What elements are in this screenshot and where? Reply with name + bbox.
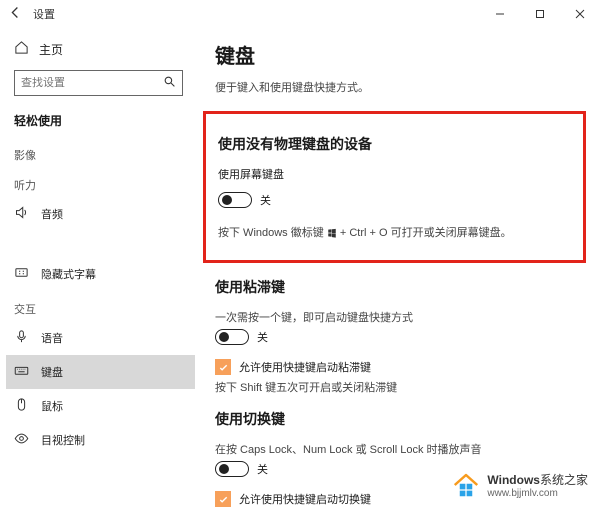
sidebar-item-speech[interactable]: 语音 [6,321,195,355]
sidebar-item-label: 语音 [41,330,63,346]
search-input[interactable] [21,77,163,89]
sidebar-item-label: 目视控制 [41,432,85,448]
osk-toggle[interactable]: 关 [218,192,271,208]
sidebar-item-label: 鼠标 [41,398,63,414]
sidebar-item-label: 键盘 [41,364,63,380]
audio-icon [14,205,29,223]
sticky-hint: 按下 Shift 键五次可开启或关闭粘滞键 [215,379,586,395]
close-button[interactable] [560,0,600,28]
checkbox-checked-icon [215,491,231,507]
mouse-icon [14,397,29,415]
sidebar-item-audio[interactable]: 音频 [6,197,195,231]
window-controls [480,0,600,28]
group-title-osk: 使用没有物理键盘的设备 [218,134,571,154]
home-link[interactable]: 主页 [6,32,195,66]
title-bar: 设置 [0,0,600,28]
home-label: 主页 [39,41,63,58]
speech-icon [14,329,29,347]
toggle-state: 关 [257,329,268,345]
sidebar-item-mouse[interactable]: 鼠标 [6,389,195,423]
sidebar-item-captions[interactable]: 隐藏式字幕 [6,257,195,291]
search-box[interactable] [14,70,183,96]
search-icon [163,75,176,91]
sidebar-section-title: 轻松使用 [6,106,195,137]
sidebar-group-hearing: 听力 [6,167,195,197]
toggle-track [218,192,252,208]
sidebar-item-label: 隐藏式字幕 [41,266,96,282]
watermark: Windows系统之家 www.bjjmlv.com [447,468,592,505]
togglekeys-toggle[interactable]: 关 [215,461,268,477]
toggle-track [215,329,249,345]
osk-hint: 按下 Windows 徽标键 + Ctrl + O 可打开或关闭屏幕键盘。 [218,224,571,240]
toggle-state: 关 [257,461,268,477]
windows-key-icon [327,228,337,238]
maximize-button[interactable] [520,0,560,28]
eye-icon [14,431,29,449]
sidebar-group-captions-spacer [6,231,195,257]
back-icon[interactable] [8,5,23,23]
minimize-button[interactable] [480,0,520,28]
group-title-sticky: 使用粘滞键 [215,277,586,297]
sticky-desc: 一次需按一个键，即可启动键盘快捷方式 [215,309,586,325]
sidebar-item-keyboard[interactable]: 键盘 [6,355,195,389]
home-icon [14,40,29,58]
checkbox-label: 允许使用快捷键启动切换键 [239,491,371,507]
sticky-toggle[interactable]: 关 [215,329,268,345]
group-title-togglekeys: 使用切换键 [215,409,586,429]
sidebar: 主页 轻松使用 影像 听力 音频 [0,28,195,509]
watermark-logo-icon [451,470,481,503]
page-title: 键盘 [215,40,586,69]
captions-icon [14,265,29,283]
page-subtitle: 便于键入和使用键盘快捷方式。 [215,79,586,95]
togglekeys-desc: 在按 Caps Lock、Num Lock 或 Scroll Lock 时播放声… [215,441,586,457]
checkbox-label: 允许使用快捷键启动粘滞键 [239,359,371,375]
keyboard-icon [14,363,29,381]
toggle-track [215,461,249,477]
sidebar-item-label: 音频 [41,206,63,222]
sticky-checkbox-row[interactable]: 允许使用快捷键启动粘滞键 [215,359,586,375]
watermark-brand: Windows系统之家 [487,474,588,487]
sidebar-item-eye[interactable]: 目视控制 [6,423,195,457]
highlight-box: 使用没有物理键盘的设备 使用屏幕键盘 关 按下 Windows 徽标键 + Ct… [203,111,586,263]
checkbox-checked-icon [215,359,231,375]
sidebar-group-vision: 影像 [6,137,195,167]
watermark-url: www.bjjmlv.com [487,488,588,499]
sidebar-group-interaction: 交互 [6,291,195,321]
main-panel: 键盘 便于键入和使用键盘快捷方式。 使用没有物理键盘的设备 使用屏幕键盘 关 按… [195,28,600,509]
toggle-state: 关 [260,192,271,208]
window-title: 设置 [33,6,55,22]
osk-label: 使用屏幕键盘 [218,166,571,182]
